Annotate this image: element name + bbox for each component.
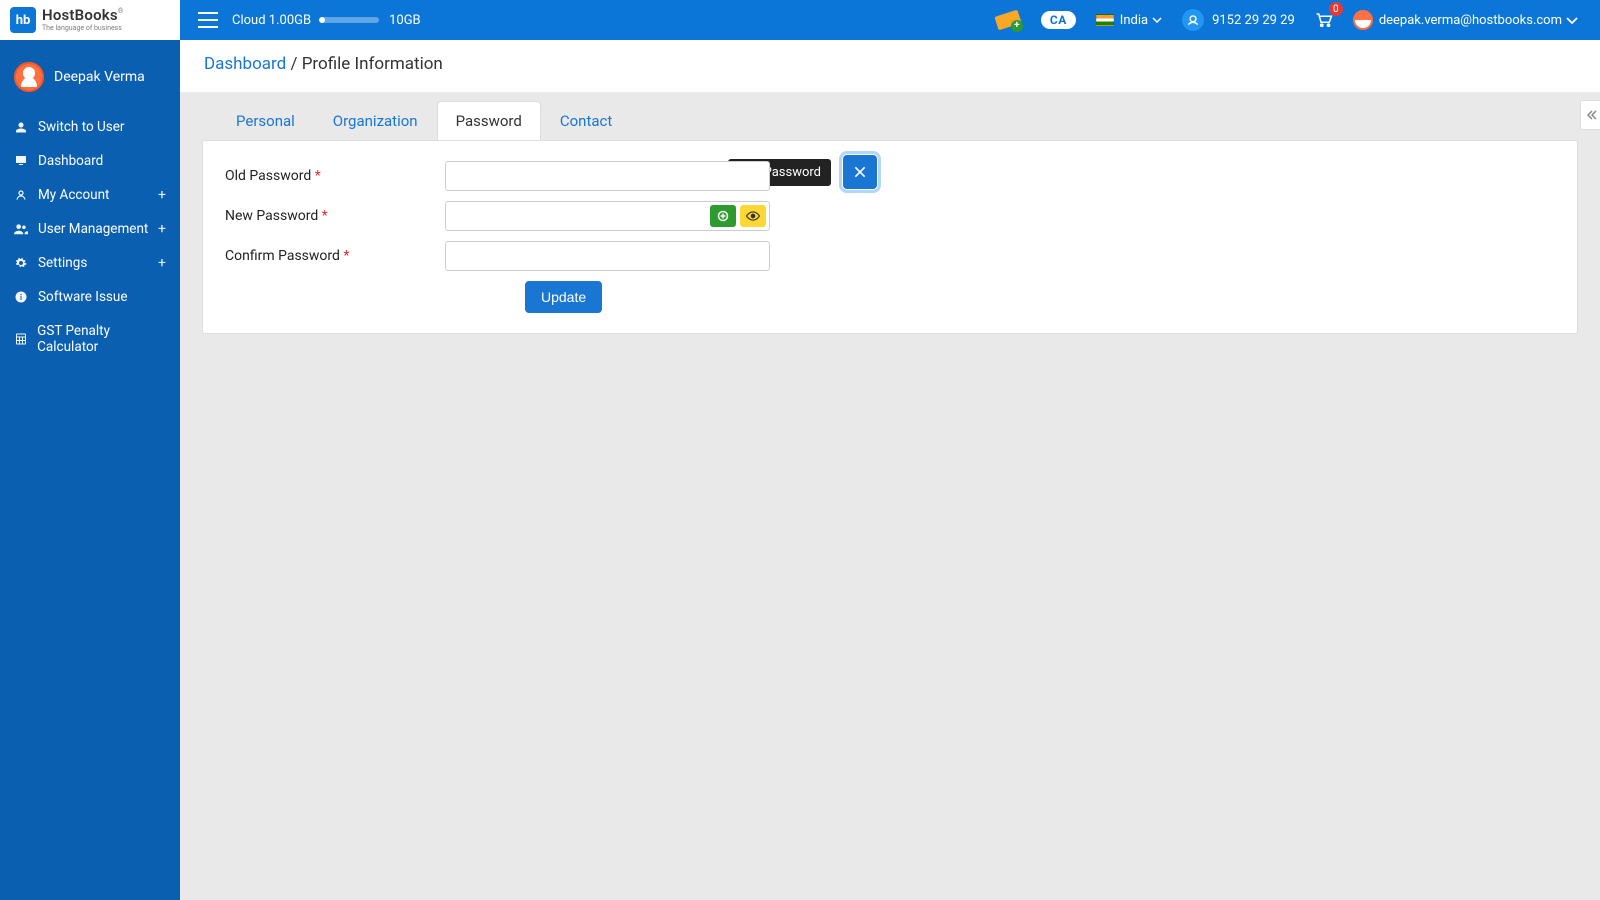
- profile-name: Deepak Verma: [54, 69, 145, 85]
- country-selector[interactable]: India: [1096, 13, 1162, 28]
- confirm-password-input[interactable]: [445, 241, 770, 271]
- breadcrumb: Dashboard / Profile Information: [180, 40, 1600, 93]
- sidebar-profile[interactable]: Deepak Verma: [0, 52, 180, 110]
- headset-icon: [1182, 9, 1204, 31]
- update-button[interactable]: Update: [525, 281, 602, 313]
- cart-badge: 0: [1329, 2, 1343, 16]
- cloud-total: 10GB: [389, 13, 421, 28]
- gear-icon: [14, 257, 28, 269]
- sidebar-item-dashboard[interactable]: Dashboard: [0, 144, 180, 178]
- ca-badge[interactable]: CA: [1041, 11, 1076, 29]
- sidebar-item-label: My Account: [38, 187, 109, 203]
- chevron-down-icon: [1152, 17, 1162, 23]
- tabs: Personal Organization Password Contact: [202, 101, 1578, 140]
- cloud-progress: [319, 17, 379, 23]
- sidebar-item-switch-user[interactable]: Switch to User: [0, 110, 180, 144]
- close-button[interactable]: [843, 155, 877, 189]
- password-panel: Edit Password Old Password * New Passwor…: [202, 140, 1578, 334]
- chevron-down-icon: [1566, 17, 1578, 24]
- plus-circle-icon: [717, 210, 729, 222]
- cart-icon[interactable]: 0: [1315, 12, 1333, 28]
- info-icon: [14, 291, 28, 303]
- tab-password[interactable]: Password: [437, 101, 541, 140]
- old-password-label: Old Password *: [225, 168, 445, 184]
- dashboard-icon: [14, 155, 28, 167]
- eye-icon: [746, 211, 760, 221]
- hamburger-icon[interactable]: [198, 12, 218, 28]
- calculator-icon: [14, 333, 27, 345]
- old-password-input[interactable]: [445, 161, 770, 191]
- account-icon: [14, 189, 28, 201]
- support-phone[interactable]: 9152 29 29 29: [1182, 9, 1295, 31]
- expand-icon: +: [158, 187, 166, 203]
- users-icon: [14, 223, 28, 235]
- breadcrumb-current: Profile Information: [302, 54, 443, 74]
- sidebar-item-label: GST Penalty Calculator: [37, 323, 166, 355]
- ticket-icon[interactable]: +: [995, 10, 1021, 30]
- avatar-icon: [1353, 10, 1373, 30]
- show-password-button[interactable]: [740, 205, 766, 227]
- new-password-label: New Password *: [225, 208, 445, 224]
- sidebar-item-label: User Management: [38, 221, 148, 237]
- sidebar: Deepak Verma Switch to User Dashboard My…: [0, 40, 180, 900]
- brand-tagline: The language of business: [42, 25, 124, 32]
- generate-password-button[interactable]: [710, 205, 736, 227]
- breadcrumb-dashboard[interactable]: Dashboard: [204, 54, 286, 74]
- sidebar-item-software-issue[interactable]: Software Issue: [0, 280, 180, 314]
- main-content: Dashboard / Profile Information Personal…: [180, 40, 1600, 900]
- flag-icon: [1096, 14, 1114, 26]
- top-header: hb HostBooks® The language of business C…: [0, 0, 1600, 40]
- sidebar-item-user-management[interactable]: User Management +: [0, 212, 180, 246]
- tab-organization[interactable]: Organization: [314, 101, 437, 140]
- confirm-password-label: Confirm Password *: [225, 248, 445, 264]
- tab-personal[interactable]: Personal: [217, 101, 314, 140]
- expand-icon: +: [158, 221, 166, 237]
- sidebar-item-label: Settings: [38, 255, 87, 271]
- collapse-panel-icon[interactable]: [1580, 100, 1600, 130]
- sidebar-item-settings[interactable]: Settings +: [0, 246, 180, 280]
- user-icon: [14, 121, 28, 134]
- logo-badge: hb: [10, 7, 36, 33]
- tab-contact[interactable]: Contact: [541, 101, 631, 140]
- sidebar-item-my-account[interactable]: My Account +: [0, 178, 180, 212]
- expand-icon: +: [158, 255, 166, 271]
- sidebar-item-label: Software Issue: [38, 289, 127, 305]
- user-menu[interactable]: deepak.verma@hostbooks.com: [1353, 10, 1578, 30]
- avatar-icon: [14, 62, 44, 92]
- brand-name: HostBooks®: [42, 8, 124, 23]
- close-icon: [852, 164, 868, 180]
- sidebar-item-gst-calculator[interactable]: GST Penalty Calculator: [0, 314, 180, 364]
- sidebar-item-label: Dashboard: [38, 153, 103, 169]
- sidebar-item-label: Switch to User: [38, 119, 125, 135]
- cloud-usage: Cloud 1.00GB: [232, 13, 311, 28]
- logo[interactable]: hb HostBooks® The language of business: [0, 0, 180, 40]
